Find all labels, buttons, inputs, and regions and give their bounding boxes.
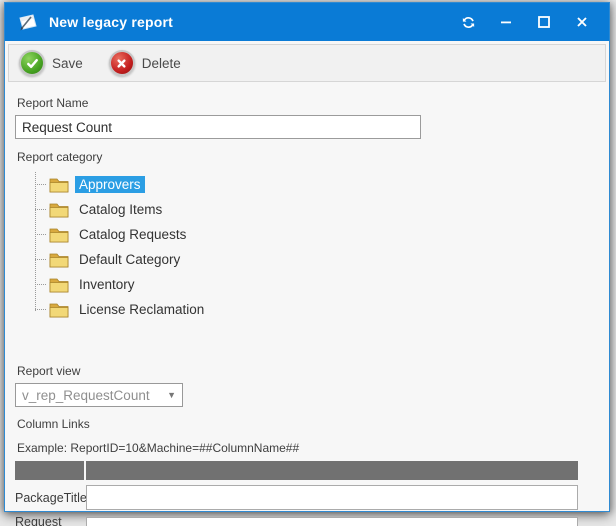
tree-item-catalog-items[interactable]: Catalog Items (25, 197, 599, 222)
tree-item-catalog-requests[interactable]: Catalog Requests (25, 222, 599, 247)
window-controls (453, 9, 597, 35)
report-name-input[interactable] (15, 115, 421, 139)
close-icon[interactable] (567, 9, 597, 35)
report-category-label: Report category (17, 150, 599, 164)
folder-icon (49, 301, 69, 318)
save-check-icon (19, 50, 45, 76)
report-view-value: v_rep_RequestCount (22, 388, 150, 403)
column-links-table: PackageTitle Request Count (15, 461, 578, 526)
report-category-tree: Approvers Catalog Items (25, 172, 599, 324)
tree-item-label: Catalog Items (75, 201, 166, 218)
window-title: New legacy report (49, 14, 173, 30)
save-button-label: Save (52, 56, 83, 71)
report-name-label: Report Name (17, 96, 599, 110)
header-cell-link (86, 461, 578, 480)
tree-item-label: License Reclamation (75, 301, 208, 318)
maximize-icon[interactable] (529, 9, 559, 35)
request-count-row-label: Request Count (15, 515, 86, 526)
folder-icon (49, 226, 69, 243)
dialog-window: New legacy report (4, 2, 610, 512)
delete-button[interactable]: Delete (109, 50, 181, 76)
table-row: PackageTitle (15, 485, 578, 510)
toolbar: Save Delete (8, 44, 606, 82)
tree-item-inventory[interactable]: Inventory (25, 272, 599, 297)
report-view-select[interactable]: v_rep_RequestCount ▼ (15, 383, 183, 407)
dialog-content: Report Name Report category Approvers (5, 82, 609, 526)
folder-icon (49, 251, 69, 268)
packagetitle-row-label: PackageTitle (15, 491, 86, 505)
refresh-icon[interactable] (453, 9, 483, 35)
folder-icon (49, 176, 69, 193)
header-cell-name (15, 461, 84, 480)
note-pencil-icon (17, 12, 39, 32)
delete-x-icon (109, 50, 135, 76)
table-row: Request Count (15, 515, 578, 526)
tree-item-label: Approvers (75, 176, 145, 193)
folder-icon (49, 276, 69, 293)
delete-button-label: Delete (142, 56, 181, 71)
chevron-down-icon: ▼ (167, 390, 176, 400)
column-links-header (15, 461, 578, 480)
tree-item-label: Default Category (75, 251, 184, 268)
titlebar: New legacy report (5, 3, 609, 41)
folder-icon (49, 201, 69, 218)
tree-item-label: Inventory (75, 276, 139, 293)
report-view-label: Report view (17, 364, 599, 378)
save-button[interactable]: Save (19, 50, 83, 76)
packagetitle-link-input[interactable] (86, 485, 578, 510)
tree-item-label: Catalog Requests (75, 226, 190, 243)
tree-item-license-reclamation[interactable]: License Reclamation (25, 297, 599, 322)
column-links-example: Example: ReportID=10&Machine=##ColumnNam… (17, 441, 599, 455)
column-links-label: Column Links (17, 417, 599, 431)
tree-item-approvers[interactable]: Approvers (25, 172, 599, 197)
tree-item-default-category[interactable]: Default Category (25, 247, 599, 272)
request-count-link-input[interactable] (86, 517, 578, 526)
minimize-icon[interactable] (491, 9, 521, 35)
